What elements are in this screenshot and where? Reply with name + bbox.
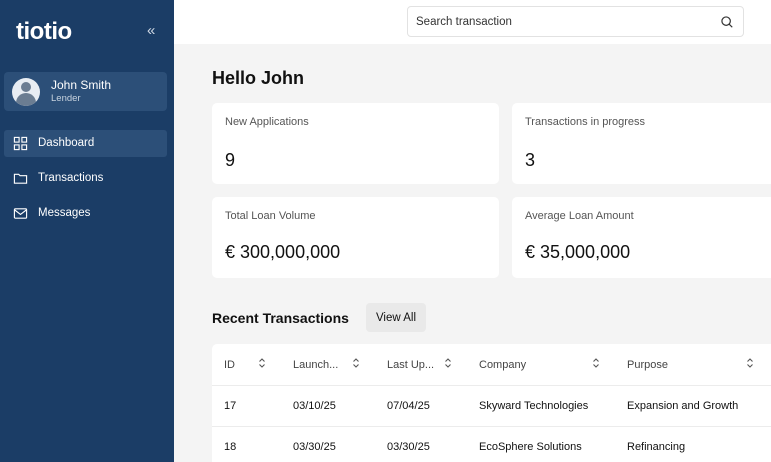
app-logo[interactable]: tiotio xyxy=(16,18,72,46)
transactions-table: ID Launch... Last Up... Company Purpose … xyxy=(212,344,771,462)
stat-card-total-loan-volume: Total Loan Volume € 300,000,000 xyxy=(212,197,499,278)
cell-id: 18 xyxy=(224,441,237,453)
folder-icon xyxy=(13,173,28,184)
stat-value: € 300,000,000 xyxy=(225,242,341,262)
cell-launch: 03/30/25 xyxy=(293,441,336,453)
column-header-company[interactable]: Company xyxy=(479,359,526,371)
section-title: Recent Transactions xyxy=(212,310,349,326)
cell-purpose: Expansion and Growth xyxy=(627,400,739,412)
column-header-purpose[interactable]: Purpose xyxy=(627,359,668,371)
sidebar-item-transactions[interactable]: Transactions xyxy=(4,165,167,192)
cell-id: 17 xyxy=(224,400,237,412)
user-card[interactable]: John Smith Lender xyxy=(4,72,167,111)
cell-last-update: 07/04/25 xyxy=(387,400,430,412)
cell-company: Skyward Technologies xyxy=(479,400,589,412)
grid-icon xyxy=(13,136,28,151)
sidebar-item-label: Dashboard xyxy=(38,137,95,149)
mail-icon xyxy=(13,208,28,219)
stat-value: € 35,000,000 xyxy=(525,242,631,262)
user-role: Lender xyxy=(51,93,81,104)
column-header-id[interactable]: ID xyxy=(224,359,235,371)
stat-value: 9 xyxy=(225,150,236,170)
search-icon[interactable] xyxy=(720,15,734,29)
stat-label: Transactions in progress xyxy=(525,116,646,128)
sidebar-item-dashboard[interactable]: Dashboard xyxy=(4,130,167,157)
search-input[interactable] xyxy=(416,13,706,31)
stat-card-new-applications: New Applications 9 xyxy=(212,103,499,184)
stat-label: Total Loan Volume xyxy=(225,210,316,222)
divider xyxy=(212,426,771,427)
sort-icon[interactable] xyxy=(444,357,452,369)
sidebar-item-label: Messages xyxy=(38,207,91,219)
column-header-last-update[interactable]: Last Up... xyxy=(387,359,434,371)
search-box[interactable] xyxy=(407,6,744,37)
sort-icon[interactable] xyxy=(592,357,600,369)
stat-card-transactions-in-progress: Transactions in progress 3 xyxy=(512,103,771,184)
avatar xyxy=(12,78,40,106)
stat-label: New Applications xyxy=(225,116,309,128)
cell-launch: 03/10/25 xyxy=(293,400,336,412)
sidebar: tiotio « John Smith Lender Dashboard Tra… xyxy=(0,0,174,462)
divider xyxy=(212,385,771,386)
user-name: John Smith xyxy=(51,78,112,92)
view-all-button[interactable]: View All xyxy=(366,303,426,332)
cell-purpose: Refinancing xyxy=(627,441,686,453)
collapse-sidebar-icon[interactable]: « xyxy=(147,22,155,39)
stat-value: 3 xyxy=(525,150,536,170)
sort-icon[interactable] xyxy=(258,357,266,369)
cell-last-update: 03/30/25 xyxy=(387,441,430,453)
page-greeting: Hello John xyxy=(212,68,305,88)
sort-icon[interactable] xyxy=(746,357,754,369)
sidebar-item-label: Transactions xyxy=(38,172,104,184)
top-header xyxy=(174,0,771,44)
column-header-launch[interactable]: Launch... xyxy=(293,359,338,371)
sort-icon[interactable] xyxy=(352,357,360,369)
cell-company: EcoSphere Solutions xyxy=(479,441,582,453)
stat-label: Average Loan Amount xyxy=(525,210,634,222)
sidebar-item-messages[interactable]: Messages xyxy=(4,200,167,227)
stat-card-average-loan-amount: Average Loan Amount € 35,000,000 xyxy=(512,197,771,278)
